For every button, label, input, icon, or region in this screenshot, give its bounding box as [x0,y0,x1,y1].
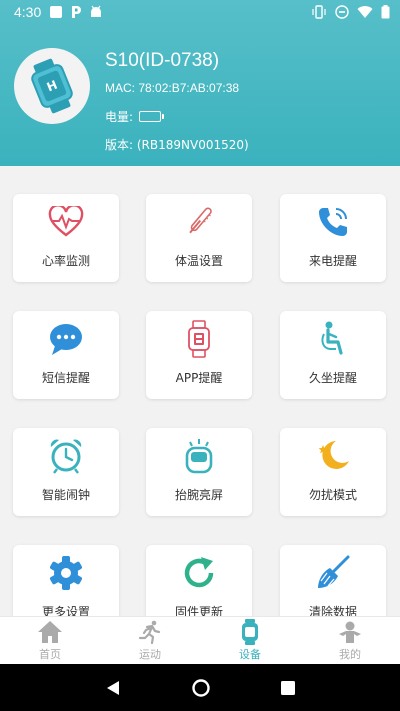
broom-icon [318,555,350,588]
card-label: 清除数据 [308,605,357,616]
bottom-nav: 首页 运动 设备 我的 [0,616,400,664]
watch-app-icon [188,320,210,358]
heart-rate-card[interactable]: 心率监测 [13,194,119,282]
alarm-clock-icon [50,439,82,474]
clear-data-card[interactable]: 清除数据 [280,545,386,616]
sedentary-card[interactable]: 久坐提醒 [280,311,386,399]
nav-device[interactable]: 设备 [200,617,300,664]
sms-reminder-card[interactable]: 短信提醒 [13,311,119,399]
android-icon [89,5,103,19]
smartwatch-icon: H [31,58,73,114]
nav-home[interactable]: 首页 [0,617,100,664]
dnd-icon [335,5,349,19]
card-label: 更多设置 [41,605,90,616]
smart-alarm-card[interactable]: 智能闹钟 [13,428,119,516]
card-label: 固件更新 [174,605,223,616]
function-grid: 心率监测 体温设置 来电提醒 短信提醒 APP提醒 久坐提醒 智能闹钟 抬腕亮屏… [0,166,400,616]
device-avatar[interactable]: H [14,48,90,124]
card-label: 体温设置 [174,254,223,268]
call-reminder-card[interactable]: 来电提醒 [280,194,386,282]
sedentary-icon [321,321,343,355]
status-right-icons [311,5,390,19]
notification-square-icon [49,5,63,19]
status-bar: 4:30 [0,0,400,24]
status-time: 4:30 [14,4,42,20]
running-icon [138,620,161,644]
vibrate-icon [312,5,326,19]
card-label: 勿扰模式 [308,488,357,502]
device-mac: MAC: 78:02:B7:AB:07:38 [105,81,240,95]
home-button-icon[interactable] [191,678,211,698]
profile-icon [339,621,361,643]
card-label: 来电提醒 [308,254,357,268]
nav-label: 运动 [139,647,161,661]
gear-icon [50,556,82,590]
thermometer-icon [189,207,212,234]
wrist-raise-icon [185,439,213,474]
card-label: 心率监测 [41,254,90,268]
card-label: 久坐提醒 [308,371,357,385]
card-label: APP提醒 [175,371,223,385]
wrist-raise-card[interactable]: 抬腕亮屏 [146,428,252,516]
firmware-update-card[interactable]: 固件更新 [146,545,252,616]
device-name: S10(ID-0738) [105,50,220,71]
battery-status-icon [381,5,390,19]
wifi-icon [357,6,373,19]
home-icon [38,620,62,643]
message-icon [50,324,82,355]
app-reminder-card[interactable]: APP提醒 [146,311,252,399]
nav-label: 首页 [39,647,61,661]
system-nav-bar [0,664,400,711]
phone-icon [319,208,347,236]
temperature-card[interactable]: 体温设置 [146,194,252,282]
card-label: 短信提醒 [41,371,90,385]
device-version: 版本: (RB189NV001520) [105,138,249,152]
device-icon [242,618,258,645]
nav-sport[interactable]: 运动 [100,617,200,664]
nav-profile[interactable]: 我的 [300,617,400,664]
nav-label: 我的 [339,647,361,661]
card-label: 智能闹钟 [41,488,90,502]
more-settings-card[interactable]: 更多设置 [13,545,119,616]
moon-icon [318,441,349,469]
recents-icon[interactable] [280,680,296,696]
battery-label: 电量: [105,110,134,124]
dnd-mode-card[interactable]: 勿扰模式 [280,428,386,516]
back-icon[interactable] [104,679,122,697]
nav-label: 设备 [239,647,261,661]
card-label: 抬腕亮屏 [174,488,223,502]
battery-row: 电量: [105,108,165,125]
device-header: H S10(ID-0738) MAC: 78:02:B7:AB:07:38 电量… [0,0,400,166]
heart-rate-icon [48,206,84,237]
battery-icon [139,111,165,122]
refresh-icon [184,557,214,588]
notification-p-icon [70,5,82,19]
